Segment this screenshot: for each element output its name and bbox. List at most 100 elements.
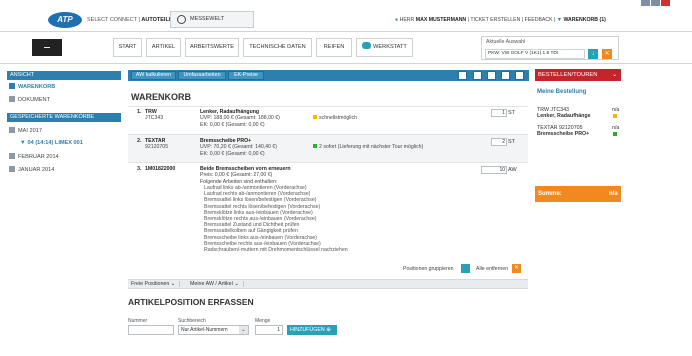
sidebar-item-mai-2017[interactable]: MAI 2017 xyxy=(9,127,42,134)
alle-entfernen-link[interactable]: Alle entfernen xyxy=(476,266,508,272)
nav-start[interactable]: START xyxy=(113,38,142,57)
bestellen-touren-header[interactable]: BESTELLEN/TOUREN ⌄ xyxy=(535,69,621,81)
nummer-input[interactable] xyxy=(128,325,174,335)
close-button[interactable] xyxy=(661,0,670,6)
warenkorb-title: WARENKORB xyxy=(131,92,191,102)
messewelt-button[interactable]: MESSEWELT xyxy=(170,11,254,28)
messewelt-label: MESSEWELT xyxy=(190,16,225,22)
umfassarbeiten-button[interactable]: Umfassarbeiten xyxy=(178,71,226,80)
sidebar-label: JANUAR 2014 xyxy=(18,167,55,173)
positionen-gruppieren-link[interactable]: Positionen gruppieren xyxy=(403,266,453,272)
item-details: Bremsscheibe PRO+ UVP: 70,20 € (Gesamt: 1… xyxy=(200,138,277,157)
chevron-down-icon: ⌄ xyxy=(612,72,617,78)
werkstatt-label: WERKSTATT xyxy=(373,44,407,50)
ek-preise-button[interactable]: EK-Preise xyxy=(228,71,264,80)
cart-icon: ▼ xyxy=(556,17,562,23)
availability-status: schnellstmöglich xyxy=(313,115,357,121)
pencil-icon[interactable] xyxy=(458,71,467,80)
status-dot xyxy=(613,132,617,136)
summe-value: n/a xyxy=(609,191,618,197)
item-brand: TEXTAR 92120705 xyxy=(145,138,168,151)
nav-reifen[interactable]: REIFEN xyxy=(316,38,352,57)
saved-carts-header: GESPEICHERTE WARENKÖRBE xyxy=(7,113,121,122)
maximize-button[interactable] xyxy=(651,0,660,6)
brand-label: TRW xyxy=(145,109,157,115)
item-name[interactable]: Beide Bremsscheiben vorn erneuern xyxy=(200,166,291,172)
uvp-price: UVP: 188,00 € (Gesamt: 188,00 €) xyxy=(200,115,280,122)
order-item-name: Bremsscheibe PRO+ xyxy=(537,131,590,137)
item-details: Beide Bremsscheiben vorn erneuern Preis: … xyxy=(200,166,291,185)
nav-artikel[interactable]: ARTIKEL xyxy=(146,38,181,57)
print-icon[interactable] xyxy=(501,71,510,80)
nav-technische-daten[interactable]: TECHNISCHE DATEN xyxy=(243,38,312,57)
add-label: HINZUFÜGEN xyxy=(290,327,325,333)
ticket-link[interactable]: TICKET ERSTELLEN xyxy=(470,17,520,23)
vehicle-select[interactable]: PKW: VW GOLF V (1K1) 1.9 TDI xyxy=(485,49,585,59)
aw-input[interactable]: 10 xyxy=(481,166,507,174)
item-name[interactable]: Bremsscheibe PRO+ xyxy=(200,138,251,144)
meine-bestellung-title: Meine Bestellung xyxy=(537,89,587,95)
feedback-link[interactable]: FEEDBACK xyxy=(525,17,553,23)
status-dot xyxy=(313,115,317,119)
suchbereich-select[interactable]: Nur Artikel-Nummern ⌄ xyxy=(178,325,249,335)
cart-icon xyxy=(9,83,15,89)
vehicle-info-button[interactable]: ↓ xyxy=(588,49,598,59)
status-label: schnellstmöglich xyxy=(319,115,358,121)
sidebar-item-januar-2014[interactable]: JANUAR 2014 xyxy=(9,166,54,173)
folder-icon xyxy=(9,153,15,159)
brand-label: TEXTAR xyxy=(145,138,166,144)
folder-icon xyxy=(9,127,15,133)
user-name[interactable]: MAX MUSTERMANN xyxy=(416,17,466,23)
nav-arbeitswerte[interactable]: ARBEITSWERTE xyxy=(185,38,239,57)
cart-link[interactable]: WARENKORB (1) xyxy=(563,17,605,23)
order-item-2: TEXTAR 92120705 Bremsscheibe PRO+ xyxy=(537,125,589,137)
select-value: Nur Artikel-Nummern xyxy=(181,327,228,333)
uvp-price: UVP: 70,20 € (Gesamt: 140,40 €) xyxy=(200,144,277,151)
chevron-down-icon: ⌄ xyxy=(234,281,239,287)
suchbereich-label: Suchbereich xyxy=(178,318,206,324)
top-bar xyxy=(0,0,692,32)
menge-input[interactable]: 1 xyxy=(255,325,283,335)
aktuelle-auswahl: Aktuelle Auswahl PKW: VW GOLF V (1K1) 1.… xyxy=(481,36,619,60)
group-icon[interactable] xyxy=(461,264,470,273)
freie-positionen-dropdown[interactable]: Freie Positionen ⌄ xyxy=(131,281,181,287)
app-window: ATP SELECT CONNECT | AUTOTEILEPILOT MESS… xyxy=(0,0,692,356)
artikelposition-title: ARTIKELPOSITION ERFASSEN xyxy=(128,297,254,307)
lock-icon[interactable] xyxy=(473,71,482,80)
brand-label: 1M01822000 xyxy=(145,166,176,172)
article-number: JTC343 xyxy=(145,115,164,122)
aktuelle-auswahl-label: Aktuelle Auswahl xyxy=(486,39,526,45)
mail-icon[interactable] xyxy=(515,71,524,80)
remove-icon[interactable]: ✕ xyxy=(512,264,521,273)
sidebar-item-limex[interactable]: ▼ 04 (14:14) LIMEX 001 xyxy=(20,140,83,146)
dropdown-label: Meine AW / Artikel xyxy=(190,281,233,287)
order-item-na: n/a xyxy=(612,107,620,113)
unit-label: AW xyxy=(508,167,517,173)
order-item-name: Lenker, Radaufhänge xyxy=(537,113,591,119)
user-prefix: HERR xyxy=(399,17,415,23)
aw-kalkulieren-button[interactable]: AW kalkulieren xyxy=(131,71,176,80)
sidebar-label: MAI 2017 xyxy=(18,128,42,134)
ansicht-header: ANSICHT xyxy=(7,71,121,80)
nav-werkstatt[interactable]: WERKSTATT xyxy=(356,38,413,57)
document-icon xyxy=(9,96,15,102)
sidebar-item-dokument[interactable]: DOKUMENT xyxy=(9,96,50,103)
unit-label: ST xyxy=(508,110,516,116)
quantity-input[interactable]: 2 xyxy=(491,138,507,146)
atp-logo[interactable]: ATP xyxy=(48,12,82,28)
globe-icon xyxy=(177,15,186,24)
article-number: 92120705 xyxy=(145,144,169,151)
item-name[interactable]: Lenker, Radaufhängung xyxy=(200,109,259,115)
minimize-button[interactable] xyxy=(641,0,650,6)
sidebar-item-warenkorb[interactable]: WARENKORB xyxy=(9,83,55,90)
meine-aw-dropdown[interactable]: Meine AW / Artikel ⌄ xyxy=(190,281,244,287)
save-icon[interactable] xyxy=(487,71,496,80)
quantity-input[interactable]: 1 xyxy=(491,109,507,117)
plus-icon: ⊕ xyxy=(326,327,331,333)
vehicle-clear-button[interactable]: ✕ xyxy=(602,49,612,59)
sidebar-item-februar-2014[interactable]: FEBRUAR 2014 xyxy=(9,153,59,160)
positions-bar xyxy=(128,279,528,289)
hinzufuegen-button[interactable]: HINZUFÜGEN ⊕ xyxy=(287,325,337,335)
status-dot xyxy=(613,114,617,118)
item-number: 2. xyxy=(137,138,142,144)
